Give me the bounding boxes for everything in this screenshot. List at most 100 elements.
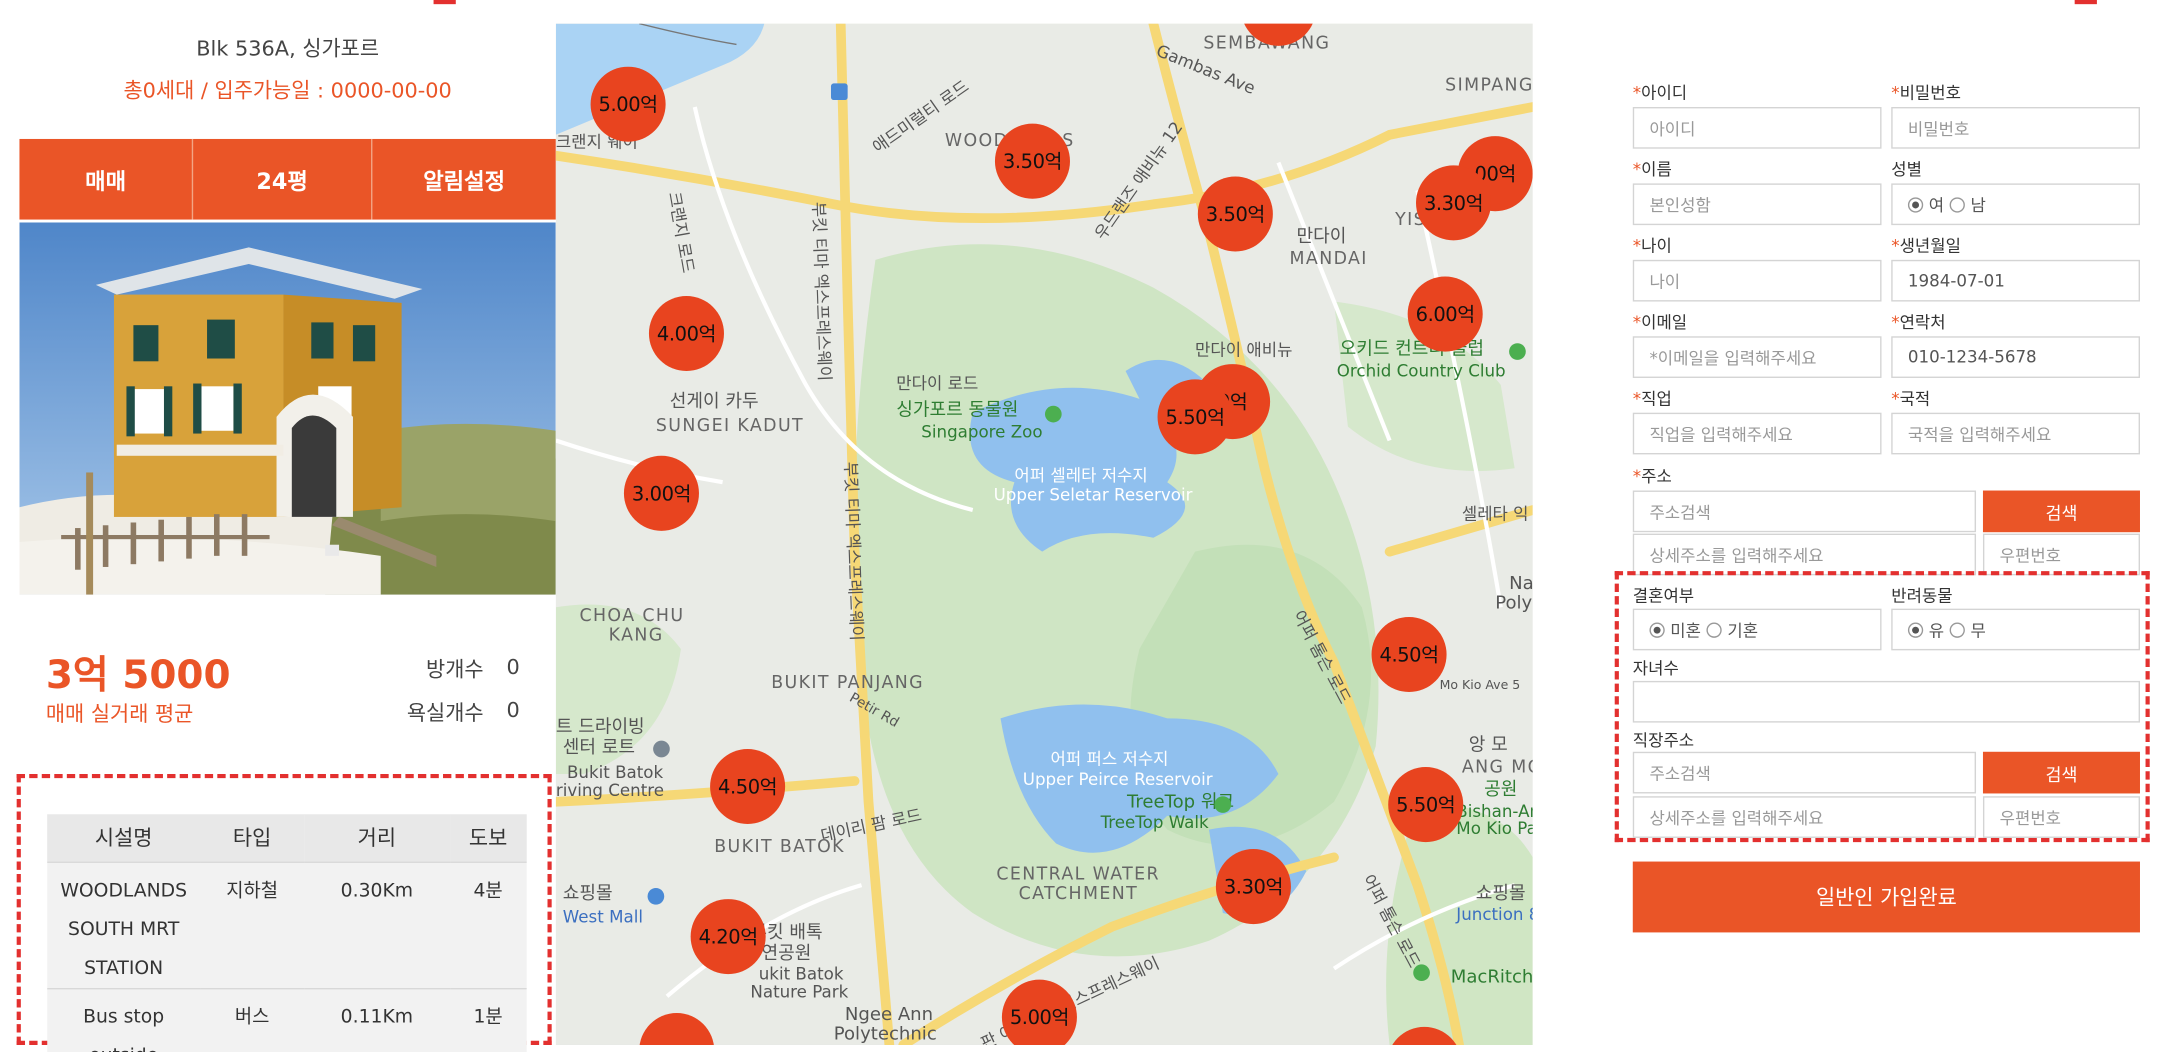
map-label: MANDAI: [1289, 247, 1368, 269]
address-label-text: 주소: [1641, 466, 1672, 487]
marriage-radio-group: 미혼 기혼: [1632, 608, 1882, 651]
gender-male-radio[interactable]: [1949, 196, 1965, 212]
property-photo: [19, 222, 556, 595]
password-input[interactable]: 비밀번호: [1891, 106, 2140, 149]
birth-label: *생년월일: [1891, 233, 1961, 257]
signup-submit-button[interactable]: 일반인 가입완료: [1632, 861, 2140, 933]
required-mark: *: [1891, 83, 1900, 103]
work-address-search-button[interactable]: 검색: [1982, 751, 2140, 794]
facility-name: WOODLANDS SOUTH MRT STATION: [47, 860, 201, 989]
map-label: Bukit Batok: [566, 762, 664, 783]
price-pin[interactable]: 5.00억: [590, 66, 666, 142]
email-input[interactable]: *이메일을 입력해주세요: [1632, 336, 1882, 378]
required-mark: *: [1891, 312, 1900, 333]
map-label: Nature Park: [750, 982, 849, 1002]
work-address-detail-input[interactable]: 상세주소를 입력해주세요: [1632, 796, 1977, 838]
price-pin[interactable]: 3.30억: [1416, 165, 1492, 241]
nationality-input[interactable]: 국적을 입력해주세요: [1891, 412, 2140, 455]
map-label: 만다이: [1296, 226, 1347, 248]
address-search-button[interactable]: 검색: [1982, 490, 2140, 533]
price-pin[interactable]: 5.00억: [1001, 979, 1077, 1045]
age-input[interactable]: 나이: [1632, 259, 1882, 302]
price-caption: 매매 실거래 평균: [45, 701, 194, 727]
address-search-input[interactable]: 주소검색: [1632, 490, 1977, 533]
pet-no-radio[interactable]: [1949, 621, 1965, 638]
top-edge-mark: [2074, 0, 2097, 5]
marriage-single-radio[interactable]: [1649, 621, 1665, 638]
marriage-married-radio[interactable]: [1706, 621, 1722, 638]
facility-walk: 1분: [449, 987, 527, 1052]
map-label: Poly: [1495, 593, 1533, 615]
facility-name: Bus stop outside: [47, 987, 201, 1052]
rooms-label: 방개수: [426, 657, 484, 683]
map-label: Upper Seletar Reservoir: [993, 484, 1193, 505]
price-pin[interactable]: 3.50억: [1197, 176, 1273, 252]
facility-walk: 4분: [449, 860, 527, 989]
age-label-text: 나이: [1641, 236, 1672, 256]
tab-size[interactable]: 24평: [191, 138, 371, 220]
price-pin[interactable]: 3.00억: [623, 455, 699, 531]
work-address-search-input[interactable]: 주소검색: [1632, 751, 1977, 794]
password-label: *비밀번호: [1891, 81, 1961, 105]
required-mark: *: [1632, 83, 1642, 103]
map-label: Polytechnic: [833, 1024, 937, 1045]
map-label: 어퍼 퍼스 저수지: [1050, 748, 1169, 769]
map-label: SIMPANG: [1445, 73, 1533, 95]
map-label: Upper Peirce Reservoir: [1022, 769, 1213, 790]
pet-yes-radio[interactable]: [1907, 621, 1924, 638]
children-label: 자녀수: [1632, 658, 1679, 679]
gender-female-label: 여: [1928, 195, 1945, 215]
phone-label: *연락처: [1891, 310, 1945, 334]
map-label: Junction 8: [1456, 904, 1533, 925]
map-label: CATCHMENT: [1018, 882, 1139, 904]
birth-input[interactable]: 1984-07-01: [1891, 259, 2140, 302]
name-label: *이름: [1633, 157, 1672, 181]
facility-header-name: 시설명: [47, 814, 201, 862]
gender-female-radio[interactable]: [1907, 196, 1924, 212]
map-label: ukit Batok: [758, 964, 844, 984]
name-input[interactable]: 본인성함: [1632, 183, 1882, 226]
required-mark: *: [1891, 389, 1900, 409]
job-input[interactable]: 직업을 입력해주세요: [1632, 412, 1882, 455]
price-pin[interactable]: 4.50억: [1371, 616, 1447, 693]
facility-distance: 0.30Km: [304, 860, 450, 989]
map-label: 연공원: [761, 943, 812, 965]
map-label: riving Centre: [555, 780, 665, 801]
price-pin[interactable]: 5.50억: [1157, 379, 1233, 455]
id-input[interactable]: 아이디: [1632, 106, 1882, 149]
map-label: Singapore Zoo: [921, 422, 1043, 442]
zipcode-input[interactable]: 우편번호: [1982, 533, 2140, 576]
price-pin[interactable]: 5.50억: [1388, 767, 1464, 843]
facility-distance: 0.11Km: [304, 987, 450, 1052]
facility-header-type: 타입: [200, 814, 305, 862]
page: Blk 536A, 싱가포르 총0세대 / 입주가능일 : 0000-00-00…: [0, 0, 2158, 1052]
email-label: *이메일: [1633, 310, 1687, 334]
price-pin[interactable]: 4.50억: [710, 748, 786, 825]
nation-label-text: 국적: [1899, 389, 1931, 409]
address-detail-input[interactable]: 상세주소를 입력해주세요: [1632, 533, 1977, 576]
work-zipcode-input[interactable]: 우편번호: [1982, 796, 2140, 838]
property-units-info: 총0세대 / 입주가능일 : 0000-00-00: [123, 77, 452, 103]
price-pin[interactable]: 3.30억: [1215, 849, 1291, 925]
required-mark: *: [1632, 466, 1642, 487]
children-input[interactable]: [1632, 680, 2140, 723]
facility-header-walk: 도보: [449, 814, 527, 862]
price-pin[interactable]: 6.00억: [1407, 276, 1483, 352]
price-pin[interactable]: 3.50억: [994, 123, 1070, 199]
tab-trade-type[interactable]: 매매: [19, 139, 191, 220]
gender-male-label: 남: [1970, 195, 1986, 215]
map-label: KANG: [608, 623, 664, 645]
age-label: *나이: [1633, 233, 1672, 257]
tab-alert-settings[interactable]: 알림설정: [371, 138, 556, 220]
marriage-single-label: 미혼: [1670, 620, 1702, 640]
map-label: Ngee Ann: [844, 1004, 934, 1026]
shopping-icon: [647, 887, 665, 905]
gender-radio-group: 여 남: [1891, 183, 2140, 226]
phone-input[interactable]: 010-1234-5678: [1891, 336, 2140, 378]
id-label-text: 아이디: [1641, 83, 1688, 103]
facility-table: 시설명 타입 거리 도보 WOODLANDS SOUTH MRT STATION…: [47, 814, 527, 1052]
map-view[interactable]: SEMBAWANG SIMPANG WOODLANDS Gambas Ave 만…: [555, 23, 1533, 1045]
price-pin[interactable]: 4.00억: [648, 295, 724, 372]
price-pin[interactable]: 4.20억: [690, 899, 766, 975]
hiking-icon: [1413, 964, 1430, 982]
